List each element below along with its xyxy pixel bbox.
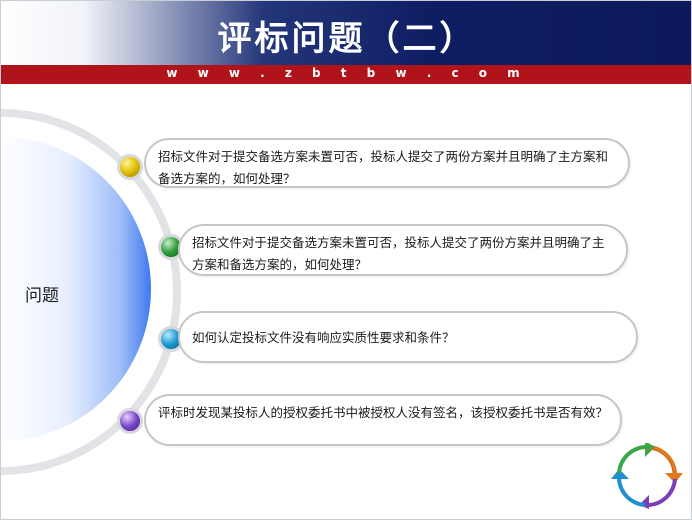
question-bubble-2: 招标文件对于提交备选方案未置可否，投标人提交了两份方案并且明确了主方案和备选方案…: [178, 224, 628, 276]
website-url: w w w . z b t b w . c o m: [166, 66, 528, 80]
blue-half-disc: [1, 137, 151, 441]
left-label-question: 问题: [25, 286, 59, 306]
purple-bullet-icon: [117, 408, 143, 434]
slide: 评标问题（二） w w w . z b t b w . c o m 问题 招标文…: [0, 0, 692, 520]
url-bar: w w w . z b t b w . c o m: [1, 65, 691, 84]
page-title: 评标问题（二）: [217, 19, 477, 59]
question-bubble-3: 如何认定投标文件没有响应实质性要求和条件？: [178, 311, 638, 363]
question-bubble-4: 评标时发现某投标人的授权委托书中被授权人没有签名，该授权委托书是否有效？: [144, 394, 622, 446]
cycle-arrows-icon: [611, 443, 683, 509]
header-bar: 评标问题（二）: [1, 1, 691, 65]
yellow-bullet-icon: [117, 154, 143, 180]
question-bubble-1: 招标文件对于提交备选方案未置可否，投标人提交了两份方案并且明确了主方案和备选方案…: [144, 138, 630, 188]
